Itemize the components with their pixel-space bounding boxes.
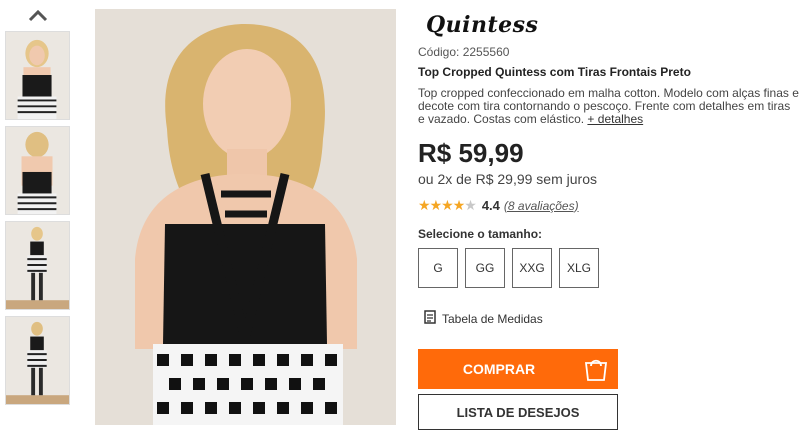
rating-score: 4.4 xyxy=(481,198,500,213)
product-description: Top cropped confeccionado em malha cotto… xyxy=(418,87,800,126)
wishlist-button[interactable]: LISTA DE DESEJOS xyxy=(418,394,618,430)
thumbnail-gallery xyxy=(5,8,70,405)
size-chart-label: Tabela de Medidas xyxy=(442,311,543,326)
size-selector: G GG XXG XLG xyxy=(418,248,599,288)
size-option-xxg[interactable]: XXG xyxy=(512,248,552,288)
size-option-gg[interactable]: GG xyxy=(465,248,505,288)
size-option-xlg[interactable]: XLG xyxy=(559,248,599,288)
size-chart-link[interactable]: Tabela de Medidas xyxy=(424,310,543,327)
size-option-g[interactable]: G xyxy=(418,248,458,288)
product-main-image[interactable] xyxy=(95,9,396,425)
thumbnail-full-back[interactable] xyxy=(5,316,70,405)
thumbnail-full-front[interactable] xyxy=(5,221,70,310)
installments-text: ou 2x de R$ 29,99 sem juros xyxy=(418,171,597,187)
star-filled-icon: ★ xyxy=(429,197,443,213)
star-filled-icon: ★ xyxy=(441,197,454,213)
shopping-bag-icon xyxy=(574,349,618,389)
star-rating-icon: ★★★★★ xyxy=(418,197,477,214)
document-icon xyxy=(424,310,436,327)
chevron-up-icon[interactable] xyxy=(5,8,70,30)
product-price: R$ 59,99 xyxy=(418,138,524,168)
reviews-link[interactable]: (8 avaliações) xyxy=(504,199,579,213)
star-filled-icon: ★ xyxy=(418,197,431,213)
more-details-link[interactable]: + detalhes xyxy=(587,112,643,126)
thumbnail-front[interactable] xyxy=(5,31,70,120)
buy-button[interactable]: COMPRAR xyxy=(418,349,618,389)
rating: ★★★★★ 4.4 (8 avaliações) xyxy=(418,197,579,214)
thumbnail-back[interactable] xyxy=(5,126,70,215)
star-filled-icon: ★ xyxy=(452,197,466,213)
product-title: Top Cropped Quintess com Tiras Frontais … xyxy=(418,65,691,79)
brand-logo[interactable]: Quintess xyxy=(426,12,538,38)
size-label: Selecione o tamanho: xyxy=(418,227,543,241)
product-code: Código: 2255560 xyxy=(418,45,510,59)
star-empty-icon: ★ xyxy=(464,197,477,213)
buy-button-label: COMPRAR xyxy=(462,361,536,377)
